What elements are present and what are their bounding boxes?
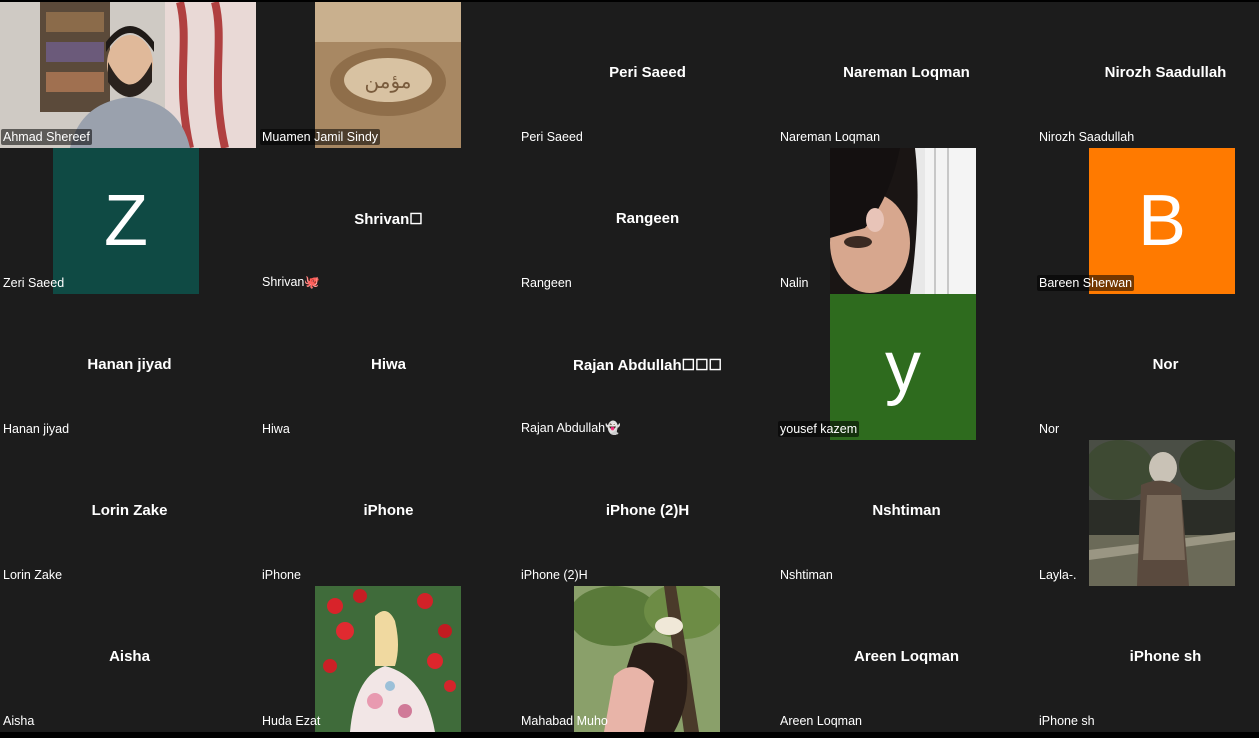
avatar-letter: Z xyxy=(104,181,148,261)
participant-tile[interactable]: Rangeen Rangeen xyxy=(518,148,777,294)
participant-display-name: Aisha xyxy=(109,648,150,665)
participant-tile[interactable]: Huda Ezat xyxy=(259,586,518,732)
participant-name-label: Mahabad Muho xyxy=(521,714,608,728)
participant-video xyxy=(0,2,256,148)
participant-name-label: Zeri Saeed xyxy=(3,276,65,290)
participant-tile[interactable]: Nareman Loqman Nareman Loqman xyxy=(777,2,1036,148)
participant-tile[interactable]: Layla-. xyxy=(1036,440,1259,586)
participant-name-label: Aisha xyxy=(3,714,35,728)
participant-tile[interactable]: Z Zeri Saeed xyxy=(0,148,259,294)
participant-name-label: Huda Ezat xyxy=(262,714,321,728)
participant-photo xyxy=(569,586,724,732)
participant-display-name: Rangeen xyxy=(615,210,680,227)
participant-avatar: y xyxy=(830,294,976,440)
participant-display-name: Hanan jiyad xyxy=(87,356,172,373)
participant-name-label: Nshtiman xyxy=(780,568,833,582)
participant-tile[interactable]: Lorin Zake Lorin Zake xyxy=(0,440,259,586)
participant-tile[interactable]: y yousef kazem xyxy=(777,294,1036,440)
participant-name-label: Shrivan🐙 xyxy=(262,275,320,289)
participant-display-name: Nshtiman xyxy=(872,502,941,519)
participant-display-name: Nareman Loqman xyxy=(843,64,970,81)
participant-name-label: Hiwa xyxy=(262,422,290,436)
svg-text:مؤمن: مؤمن xyxy=(365,69,412,93)
participant-tile[interactable]: iPhone (2)H iPhone (2)H xyxy=(518,440,777,586)
participant-display-name: Hiwa xyxy=(370,356,406,373)
participant-photo xyxy=(830,148,976,294)
participant-display-name: Shrivan☐ xyxy=(354,211,423,228)
participant-display-name: iPhone sh xyxy=(1129,648,1202,665)
participant-display-name: Lorin Zake xyxy=(91,502,168,519)
participant-name-label: iPhone sh xyxy=(1039,714,1095,728)
participant-tile[interactable]: مؤمن Muamen Jamil Sindy xyxy=(259,2,518,148)
participant-tile[interactable]: Shrivan☐ Shrivan🐙 xyxy=(259,148,518,294)
participant-name-label: Lorin Zake xyxy=(3,568,63,582)
participant-tile[interactable]: Nalin xyxy=(777,148,1036,294)
avatar-letter: B xyxy=(1137,181,1187,261)
participant-tile[interactable]: Aisha Aisha xyxy=(0,586,259,732)
avatar-letter: y xyxy=(885,327,921,407)
participant-name-label: Nor xyxy=(1039,422,1060,436)
participant-name-label: Nareman Loqman xyxy=(780,130,881,144)
participant-name-label: Nirozh Saadullah xyxy=(1039,130,1135,144)
participant-name-label: Hanan jiyad xyxy=(3,422,70,436)
participant-name-label: Nalin xyxy=(780,276,809,290)
participant-name-label: Ahmad Shereef xyxy=(1,129,92,145)
participant-tile[interactable]: Peri Saeed Peri Saeed xyxy=(518,2,777,148)
participant-name-label: Areen Loqman xyxy=(780,714,863,728)
participant-name-label: iPhone xyxy=(262,568,301,582)
participant-name-label: Peri Saeed xyxy=(521,130,583,144)
participant-photo xyxy=(315,586,461,732)
participant-tile[interactable]: iPhone sh iPhone sh xyxy=(1036,586,1259,732)
participant-tile[interactable]: Nshtiman Nshtiman xyxy=(777,440,1036,586)
participant-display-name: iPhone xyxy=(363,502,414,519)
participant-display-name: Rajan Abdullah☐☐☐ xyxy=(573,357,722,374)
participant-tile[interactable]: Rajan Abdullah☐☐☐ Rajan Abdullah👻 xyxy=(518,294,777,440)
participant-name-label: Rajan Abdullah👻 xyxy=(521,421,621,435)
participant-tile[interactable]: Hanan jiyad Hanan jiyad xyxy=(0,294,259,440)
participant-name-label: Muamen Jamil Sindy xyxy=(260,129,381,145)
participant-name-label: iPhone (2)H xyxy=(521,568,588,582)
participant-tile[interactable]: Nor Nor xyxy=(1036,294,1259,440)
participant-photo xyxy=(1084,440,1239,586)
participant-tile[interactable]: Nirozh Saadullah Nirozh Saadullah xyxy=(1036,2,1259,148)
participant-display-name: iPhone (2)H xyxy=(605,502,690,519)
participant-name-label: Bareen Sherwan xyxy=(1037,275,1135,291)
participant-tile[interactable]: B Bareen Sherwan xyxy=(1036,148,1259,294)
participant-tile[interactable]: Hiwa Hiwa xyxy=(259,294,518,440)
participant-avatar: Z xyxy=(53,148,199,294)
participant-tile[interactable]: Ahmad Shereef xyxy=(0,2,259,148)
participant-name-label: Rangeen xyxy=(521,276,572,290)
participant-avatar: B xyxy=(1089,148,1235,294)
participant-tile[interactable]: Mahabad Muho xyxy=(518,586,777,732)
participant-name-label: Layla-. xyxy=(1039,568,1077,582)
participant-display-name: Nor xyxy=(1152,356,1179,373)
participant-display-name: Nirozh Saadullah xyxy=(1104,64,1227,81)
participant-tile[interactable]: iPhone iPhone xyxy=(259,440,518,586)
participant-name-label: yousef kazem xyxy=(778,421,860,437)
participant-display-name: Peri Saeed xyxy=(609,64,686,81)
participant-display-name: Areen Loqman xyxy=(853,648,959,665)
participant-photo: مؤمن xyxy=(315,2,461,148)
participant-gallery: Ahmad Shereef مؤمن Muamen Jamil Sindy Pe… xyxy=(0,2,1259,732)
participant-tile[interactable]: Areen Loqman Areen Loqman xyxy=(777,586,1036,732)
